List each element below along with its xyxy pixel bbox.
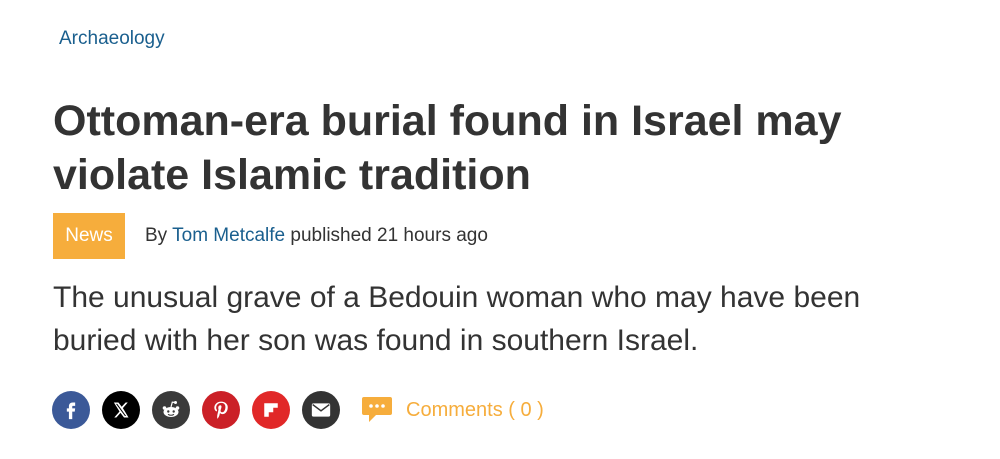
share-facebook-button[interactable]	[52, 391, 90, 429]
reddit-icon	[162, 401, 180, 417]
article-title: Ottoman-era burial found in Israel may v…	[53, 94, 953, 202]
flipboard-icon	[264, 403, 278, 417]
article-meta: News By Tom Metcalfe published 21 hours …	[53, 213, 488, 259]
article-header: Archaeology Ottoman-era burial found in …	[0, 0, 1000, 459]
facebook-icon	[66, 402, 76, 420]
share-bar: Comments ( 0 )	[52, 391, 544, 429]
comments-label: Comments ( 0 )	[406, 398, 544, 421]
share-reddit-button[interactable]	[152, 391, 190, 429]
article-title-line-2: violate Islamic tradition	[53, 151, 531, 199]
byline: By Tom Metcalfe published 21 hours ago	[145, 225, 488, 247]
byline-prefix: By	[145, 225, 168, 246]
published-time: published 21 hours ago	[290, 225, 488, 246]
x-icon	[113, 402, 129, 418]
article-summary: The unusual grave of a Bedouin woman who…	[53, 276, 953, 362]
article-title-line-1: Ottoman-era burial found in Israel may	[53, 97, 842, 145]
news-badge[interactable]: News	[53, 213, 125, 259]
comments-link[interactable]: Comments ( 0 )	[360, 395, 544, 425]
author-link[interactable]: Tom Metcalfe	[172, 225, 285, 246]
share-email-button[interactable]	[302, 391, 340, 429]
email-icon	[311, 403, 331, 417]
summary-line-2: buried with her son was found in souther…	[53, 324, 699, 357]
summary-line-1: The unusual grave of a Bedouin woman who…	[53, 281, 861, 314]
pinterest-icon	[214, 401, 228, 419]
comment-bubble-icon	[362, 397, 392, 422]
share-flipboard-button[interactable]	[252, 391, 290, 429]
share-x-button[interactable]	[102, 391, 140, 429]
breadcrumb-archaeology[interactable]: Archaeology	[59, 28, 165, 50]
share-pinterest-button[interactable]	[202, 391, 240, 429]
